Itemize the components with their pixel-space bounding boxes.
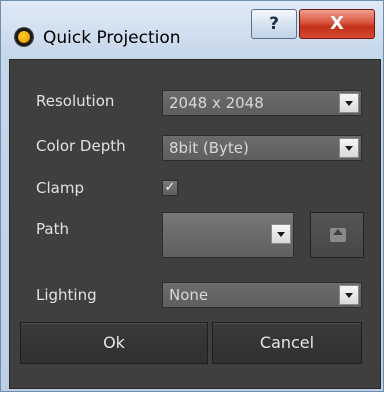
resolution-label: Resolution xyxy=(36,92,115,110)
resolution-value: 2048 x 2048 xyxy=(169,94,264,112)
close-button[interactable]: X xyxy=(299,9,375,39)
ok-button[interactable]: Ok xyxy=(20,322,208,364)
lighting-label: Lighting xyxy=(36,286,97,304)
clamp-label: Clamp xyxy=(36,179,84,197)
resolution-dropdown[interactable]: 2048 x 2048 xyxy=(162,90,362,116)
chevron-down-icon[interactable] xyxy=(339,285,359,305)
clamp-checkbox[interactable]: ✓ xyxy=(162,180,178,196)
chevron-down-icon[interactable] xyxy=(339,93,359,113)
help-button[interactable]: ? xyxy=(251,9,297,39)
dialog-body: Resolution 2048 x 2048 Color Depth 8bit … xyxy=(9,59,381,389)
path-label: Path xyxy=(36,220,69,238)
app-logo-icon xyxy=(15,28,33,46)
window-title: Quick Projection xyxy=(43,28,181,48)
chevron-down-icon[interactable] xyxy=(271,224,291,244)
lighting-value: None xyxy=(169,286,209,304)
quick-projection-dialog: Quick Projection ? X Resolution 2048 x 2… xyxy=(0,0,384,392)
path-dropdown[interactable] xyxy=(162,212,294,258)
color-depth-value: 8bit (Byte) xyxy=(169,139,249,157)
lighting-dropdown[interactable]: None xyxy=(162,282,362,308)
title-bar[interactable]: Quick Projection ? X xyxy=(1,1,385,51)
cancel-button[interactable]: Cancel xyxy=(212,322,362,364)
color-depth-dropdown[interactable]: 8bit (Byte) xyxy=(162,135,362,161)
upload-icon[interactable] xyxy=(310,212,364,258)
chevron-down-icon[interactable] xyxy=(339,138,359,158)
color-depth-label: Color Depth xyxy=(36,137,126,155)
